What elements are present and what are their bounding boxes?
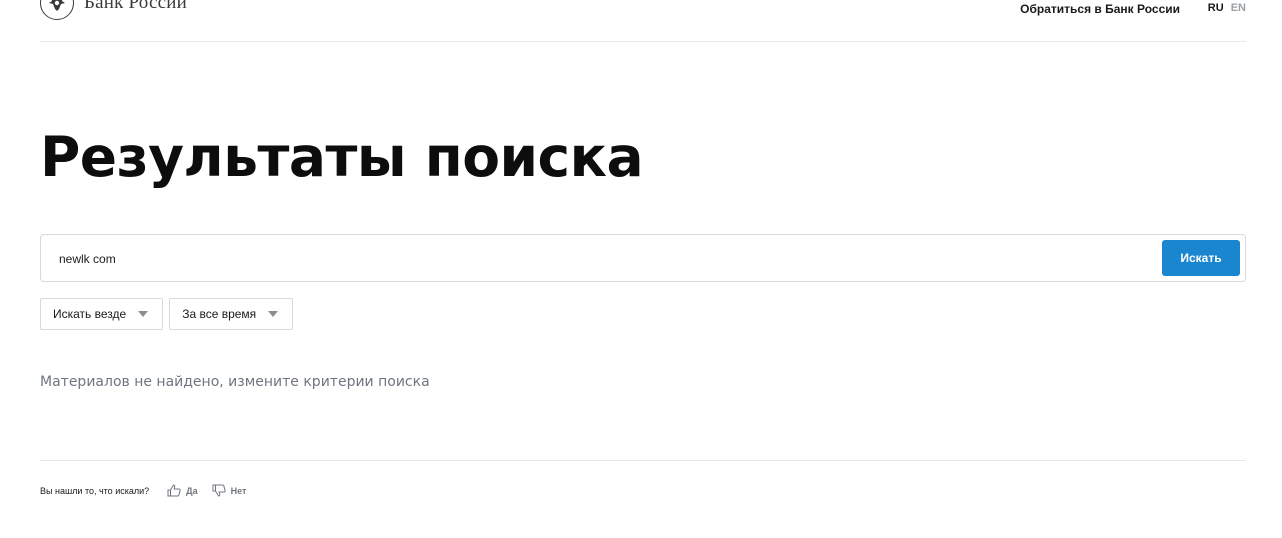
thumbs-down-icon — [212, 484, 226, 497]
search-filters: Искать везде За все время — [40, 298, 294, 330]
divider — [40, 460, 1246, 461]
feedback-no-button[interactable]: Нет — [212, 484, 247, 497]
site-logo[interactable]: Банк России — [40, 0, 187, 20]
feedback-yes-button[interactable]: Да — [167, 484, 198, 497]
period-filter-select[interactable]: За все время — [169, 298, 294, 330]
search-box: Искать — [40, 234, 1246, 282]
feedback-question: Вы нашли то, что искали? — [40, 485, 150, 496]
feedback-no-label: Нет — [230, 485, 247, 496]
contact-bank-link[interactable]: Обратиться в Банк России — [1020, 2, 1180, 16]
lang-ru[interactable]: RU — [1208, 2, 1224, 14]
language-switcher: RU EN — [1208, 2, 1246, 14]
logo-text: Банк России — [84, 0, 187, 13]
feedback-block: Вы нашли то, что искали? Да Нет — [40, 484, 260, 497]
no-results-message: Материалов не найдено, измените критерии… — [40, 374, 430, 390]
page-title: Результаты поиска — [40, 125, 644, 189]
search-input[interactable] — [59, 249, 1139, 269]
thumbs-up-icon — [167, 484, 181, 497]
search-button[interactable]: Искать — [1162, 240, 1240, 276]
scope-filter-select[interactable]: Искать везде — [40, 298, 164, 330]
feedback-yes-label: Да — [186, 485, 198, 496]
site-header: Банк России Обратиться в Банк России RU … — [40, 0, 1246, 42]
period-filter-value: За все время — [182, 307, 257, 321]
lang-en[interactable]: EN — [1231, 2, 1246, 14]
emblem-eagle-icon — [40, 0, 74, 20]
caret-down-icon — [138, 311, 149, 317]
caret-down-icon — [268, 311, 279, 317]
scope-filter-value: Искать везде — [53, 307, 127, 321]
